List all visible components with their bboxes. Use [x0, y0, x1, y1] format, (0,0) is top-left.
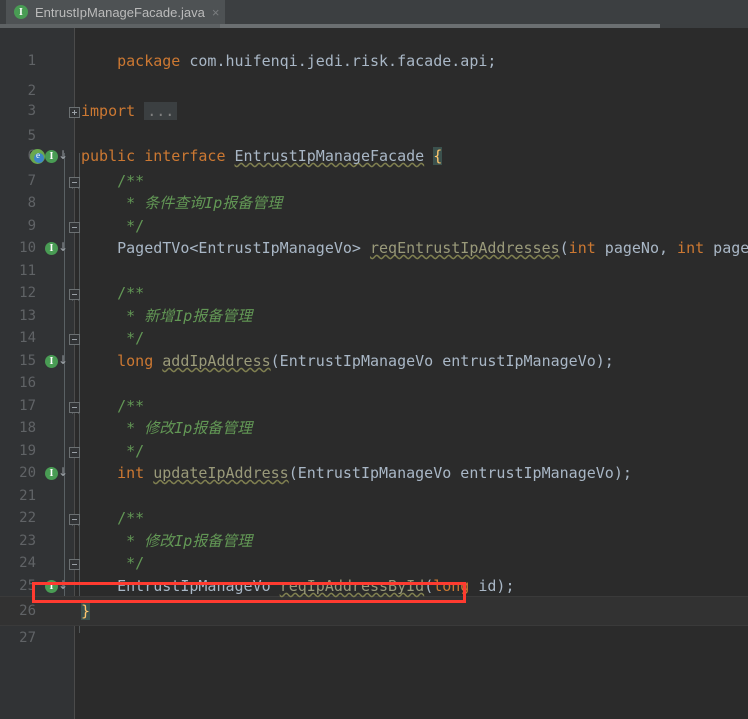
implemented-arrow-icon[interactable]: ↓: [58, 241, 68, 255]
implemented-marker-icon[interactable]: I: [45, 242, 58, 255]
line-number: 27: [19, 630, 36, 646]
collapse-fold-icon[interactable]: [69, 447, 80, 458]
implemented-marker-icon[interactable]: I: [45, 467, 58, 480]
collapse-fold-icon[interactable]: [69, 289, 80, 300]
editor-tab-label: EntrustIpManageFacade.java: [35, 4, 205, 20]
collapse-fold-icon[interactable]: [69, 177, 80, 188]
editor-tab-entrustipmanagefacade[interactable]: I EntrustIpManageFacade.java ×: [6, 0, 226, 24]
line-number: 26: [19, 603, 36, 619]
implemented-arrow-icon[interactable]: ↓: [58, 466, 68, 480]
spring-bean-icon[interactable]: e: [30, 149, 45, 164]
line-number: 1: [27, 53, 36, 69]
collapse-fold-icon[interactable]: [69, 334, 80, 345]
implemented-marker-icon[interactable]: I: [45, 150, 58, 163]
editor-tab-bar: I EntrustIpManageFacade.java ×: [0, 0, 748, 24]
interface-icon: I: [14, 5, 28, 19]
collapse-fold-icon[interactable]: [69, 402, 80, 413]
collapse-fold-icon[interactable]: [69, 514, 80, 525]
implemented-arrow-icon[interactable]: ↓: [58, 149, 68, 163]
collapse-fold-icon[interactable]: [69, 222, 80, 233]
ide-window: I EntrustIpManageFacade.java × 1 package…: [0, 0, 748, 719]
implemented-arrow-icon[interactable]: ↓: [58, 579, 68, 593]
code-text[interactable]: package com.huifenqi.jedi.risk.facade.ap…: [81, 46, 496, 76]
code-line[interactable]: 1 package com.huifenqi.jedi.risk.facade.…: [0, 46, 748, 76]
implemented-arrow-icon[interactable]: ↓: [58, 354, 68, 368]
code-line[interactable]: 26}: [0, 596, 748, 626]
code-editor[interactable]: 1 package com.huifenqi.jedi.risk.facade.…: [0, 28, 748, 719]
close-icon[interactable]: ×: [212, 6, 220, 19]
implemented-marker-icon[interactable]: I: [45, 355, 58, 368]
collapse-fold-icon[interactable]: [69, 559, 80, 570]
code-line[interactable]: 27: [0, 623, 748, 653]
code-text[interactable]: }: [81, 596, 91, 626]
expand-fold-icon[interactable]: [69, 107, 80, 118]
implemented-marker-icon[interactable]: I: [45, 580, 58, 593]
